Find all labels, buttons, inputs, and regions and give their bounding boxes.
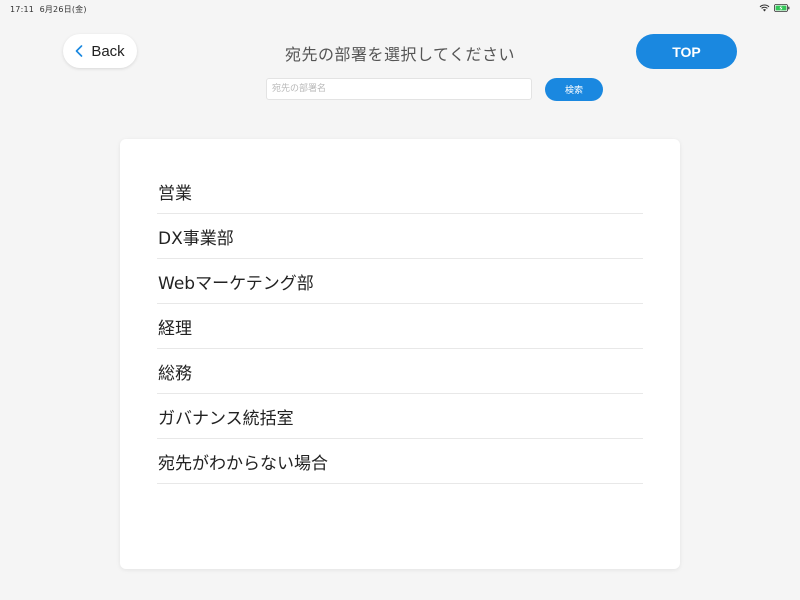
status-icons [759,4,790,12]
status-time: 17:11 6月26日(金) [10,4,87,15]
department-search-input[interactable] [266,78,532,100]
department-item-unknown[interactable]: 宛先がわからない場合 [157,439,643,484]
department-item-accounting[interactable]: 経理 [157,304,643,349]
department-item-dx[interactable]: DX事業部 [157,214,643,259]
status-date: 6月26日(金) [39,5,87,14]
department-item-general-affairs[interactable]: 総務 [157,349,643,394]
battery-charging-icon [774,4,790,12]
department-item-governance[interactable]: ガバナンス統括室 [157,394,643,439]
department-list: 営業 DX事業部 Webマーケテング部 経理 総務 ガバナンス統括室 宛先がわか… [157,169,643,484]
status-bar: 17:11 6月26日(金) [0,0,800,18]
page-title: 宛先の部署を選択してください [284,45,516,64]
back-button[interactable]: Back [63,34,137,68]
chevron-left-icon [75,45,83,57]
wifi-icon [759,4,770,12]
department-item-sales[interactable]: 営業 [157,169,643,214]
department-list-card: 営業 DX事業部 Webマーケテング部 経理 総務 ガバナンス統括室 宛先がわか… [120,139,680,569]
search-button[interactable]: 検索 [545,78,603,101]
top-button[interactable]: TOP [636,34,737,69]
department-item-web-marketing[interactable]: Webマーケテング部 [157,259,643,304]
back-label: Back [91,42,125,60]
status-clock: 17:11 [10,5,35,14]
